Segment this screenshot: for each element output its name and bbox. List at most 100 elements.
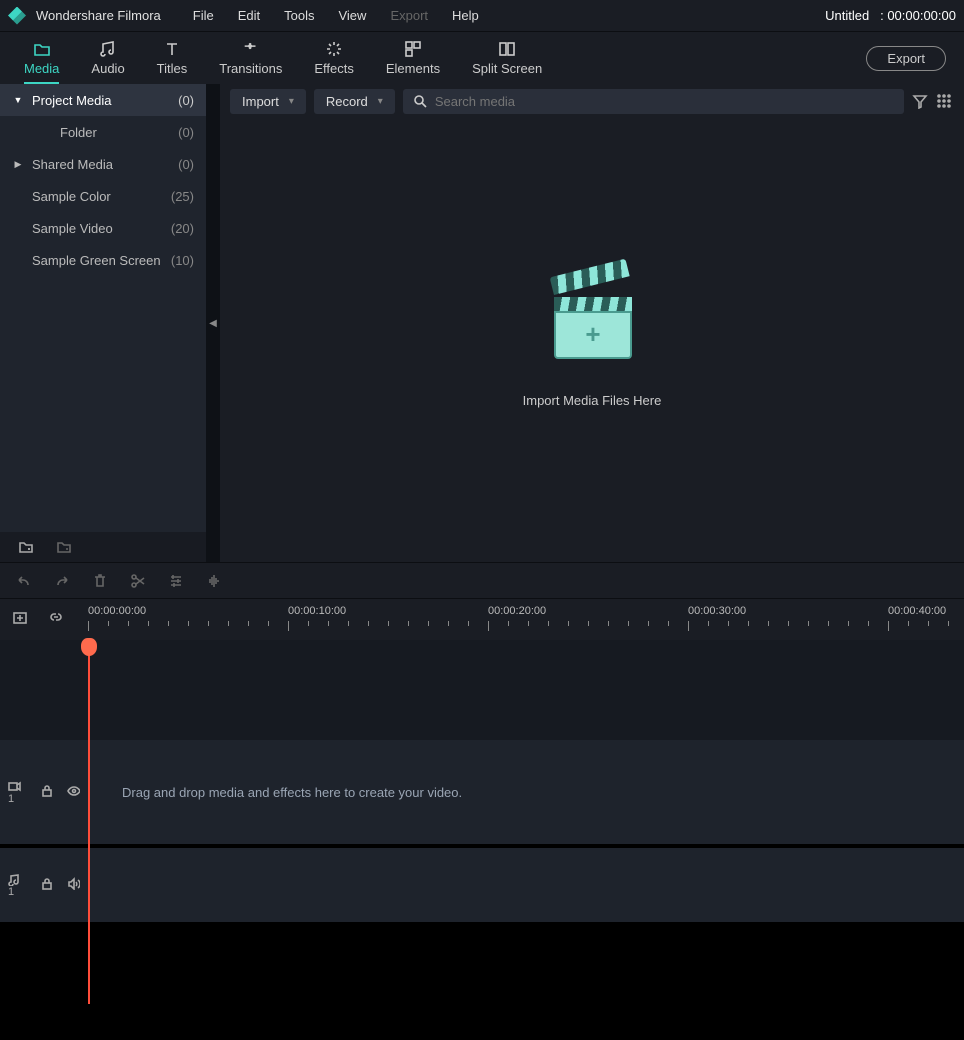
sidebar-item-count: (0) — [178, 93, 194, 108]
video-track[interactable]: 1 Drag and drop media and effects here t… — [0, 740, 964, 844]
project-name: Untitled — [825, 8, 869, 23]
toggle-visibility-button[interactable] — [67, 784, 80, 800]
tab-transitions[interactable]: Transitions — [203, 32, 298, 84]
tab-media[interactable]: Media — [8, 32, 75, 84]
redo-icon — [54, 573, 70, 589]
split-button[interactable] — [130, 573, 146, 589]
media-panel: Import ▾ Record ▾ + Import Med — [220, 84, 964, 562]
media-drop-zone[interactable]: + Import Media Files Here — [220, 118, 964, 562]
menu-file[interactable]: File — [183, 4, 224, 27]
ruler-mark: 00:00:10:00 — [288, 605, 346, 617]
sidebar-item-label: Sample Video — [32, 221, 171, 236]
audio-track-lane[interactable] — [88, 848, 964, 922]
menu-tools[interactable]: Tools — [274, 4, 324, 27]
ruler-mark: 00:00:30:00 — [688, 605, 746, 617]
adjust-button[interactable] — [168, 573, 184, 589]
sidebar-item-label: Project Media — [32, 93, 178, 108]
scissors-icon — [130, 573, 146, 589]
sidebar-item-sample-green-screen[interactable]: Sample Green Screen(10) — [0, 244, 206, 276]
menu-view[interactable]: View — [328, 4, 376, 27]
transitions-icon — [242, 40, 260, 58]
folder-plus-icon — [18, 539, 34, 553]
lock-track-button[interactable] — [40, 877, 53, 893]
sidebar-item-sample-color[interactable]: Sample Color(25) — [0, 180, 206, 212]
menu-export[interactable]: Export — [380, 4, 438, 27]
trash-icon — [92, 573, 108, 589]
sidebar-item-label: Folder — [60, 125, 178, 140]
menu-bar: Wondershare Filmora File Edit Tools View… — [0, 0, 964, 32]
clapperboard-icon: + — [548, 273, 636, 363]
media-sidebar: ▼Project Media(0)Folder(0)▶Shared Media(… — [0, 84, 206, 562]
video-track-lane[interactable]: Drag and drop media and effects here to … — [88, 740, 964, 844]
waveform-icon — [206, 573, 222, 589]
timeline-ruler[interactable]: 00:00:00:0000:00:10:0000:00:20:0000:00:3… — [88, 599, 964, 640]
sidebar-item-folder[interactable]: Folder(0) — [0, 116, 206, 148]
lock-icon — [40, 877, 53, 890]
ruler-mark: 00:00:40:00 — [888, 605, 946, 617]
timeline-body: 1 Drag and drop media and effects here t… — [0, 640, 964, 1004]
sidebar-item-project-media[interactable]: ▼ Project Media(0) — [0, 84, 206, 116]
search-box — [403, 89, 904, 114]
playhead[interactable] — [88, 640, 90, 1004]
add-track-button[interactable] — [12, 610, 28, 629]
chevron-down-icon: ▾ — [378, 96, 383, 107]
tab-titles[interactable]: Titles — [141, 32, 204, 84]
media-tree: ▼Project Media(0)Folder(0)▶Shared Media(… — [0, 84, 206, 532]
timeline-toolbar — [0, 562, 964, 598]
music-icon — [99, 40, 117, 58]
lock-icon — [40, 784, 53, 797]
folder-minus-icon — [56, 539, 72, 553]
menu-help[interactable]: Help — [442, 4, 489, 27]
search-input[interactable] — [435, 94, 894, 109]
chevron-down-icon: ▾ — [289, 96, 294, 107]
eye-icon — [67, 784, 80, 797]
mute-track-button[interactable] — [67, 877, 80, 893]
sidebar-item-count: (20) — [171, 221, 194, 236]
delete-button[interactable] — [92, 573, 108, 589]
timeline-blank — [0, 922, 964, 1004]
project-status: Untitled : 00:00:00:00 — [825, 8, 956, 23]
undo-button[interactable] — [16, 573, 32, 589]
video-drop-hint: Drag and drop media and effects here to … — [122, 785, 462, 800]
audio-track[interactable]: 1 — [0, 848, 964, 922]
menu-edit[interactable]: Edit — [228, 4, 270, 27]
audio-track-head: 1 — [0, 848, 88, 922]
timeline-spacer — [0, 640, 964, 740]
undo-icon — [16, 573, 32, 589]
media-toolbar: Import ▾ Record ▾ — [220, 84, 964, 118]
record-dropdown[interactable]: Record ▾ — [314, 89, 395, 114]
timeline-header: 00:00:00:0000:00:10:0000:00:20:0000:00:3… — [0, 598, 964, 640]
panel-splitter[interactable]: ◀ — [206, 84, 220, 562]
tab-split-screen[interactable]: Split Screen — [456, 32, 558, 84]
grid-icon — [936, 93, 952, 109]
link-button[interactable] — [48, 610, 64, 629]
sidebar-item-shared-media[interactable]: ▶Shared Media(0) — [0, 148, 206, 180]
ruler-mark: 00:00:20:00 — [488, 605, 546, 617]
redo-button[interactable] — [54, 573, 70, 589]
import-dropdown[interactable]: Import ▾ — [230, 89, 306, 114]
folder-icon — [33, 40, 51, 58]
view-grid-button[interactable] — [936, 93, 952, 109]
tab-effects[interactable]: Effects — [298, 32, 370, 84]
sidebar-footer — [0, 532, 206, 562]
workspace: ▼Project Media(0)Folder(0)▶Shared Media(… — [0, 84, 964, 562]
lock-track-button[interactable] — [40, 784, 53, 800]
video-track-head: 1 — [0, 740, 88, 844]
delete-folder-button[interactable] — [56, 539, 72, 556]
app-logo-icon — [8, 7, 26, 25]
tab-elements[interactable]: Elements — [370, 32, 456, 84]
sidebar-item-count: (0) — [178, 125, 194, 140]
new-folder-button[interactable] — [18, 539, 34, 556]
audio-edit-button[interactable] — [206, 573, 222, 589]
filter-button[interactable] — [912, 93, 928, 109]
app-title: Wondershare Filmora — [36, 8, 161, 23]
sidebar-item-count: (25) — [171, 189, 194, 204]
export-button[interactable]: Export — [866, 46, 946, 71]
sidebar-item-sample-video[interactable]: Sample Video(20) — [0, 212, 206, 244]
tab-audio[interactable]: Audio — [75, 32, 140, 84]
expand-arrow-icon: ▼ — [12, 95, 24, 105]
video-track-badge: 1 — [8, 780, 26, 805]
effects-icon — [325, 40, 343, 58]
sidebar-item-count: (10) — [171, 253, 194, 268]
timeline-header-left — [0, 599, 88, 640]
